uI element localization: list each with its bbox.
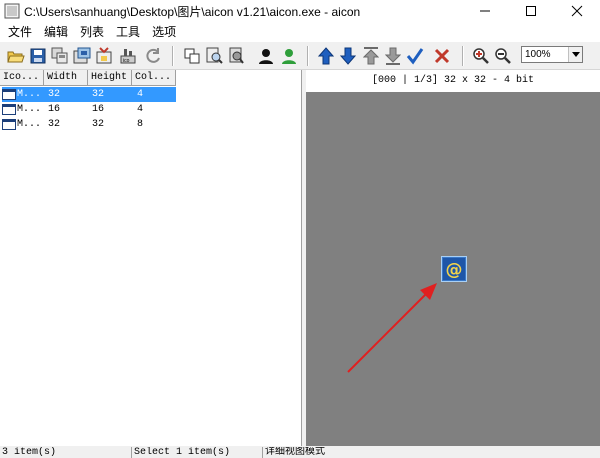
close-icon xyxy=(571,5,583,17)
toolbar-separator xyxy=(307,46,309,66)
extract-icon xyxy=(73,47,91,64)
move-up-icon xyxy=(318,47,334,65)
save-all-icon xyxy=(51,47,68,64)
save-button[interactable] xyxy=(28,46,48,66)
cell-name: M... xyxy=(17,104,42,115)
cell-height: 32 xyxy=(92,89,105,100)
minimize-button[interactable] xyxy=(462,0,508,22)
user-green-icon xyxy=(282,49,296,64)
open-button[interactable] xyxy=(6,46,26,66)
zoom-out-button[interactable] xyxy=(493,46,513,66)
list-row[interactable]: M... 32 32 4 xyxy=(0,87,302,102)
window-icon xyxy=(2,104,16,115)
user-green-button[interactable] xyxy=(279,46,299,66)
refresh-icon xyxy=(146,48,160,63)
cell-width: 32 xyxy=(48,119,61,130)
export-icon: ico xyxy=(120,49,136,64)
save-all-button[interactable] xyxy=(50,46,70,66)
move-top-icon xyxy=(363,47,379,65)
chevron-down-icon xyxy=(571,52,580,57)
status-selection: Select 1 item(s) xyxy=(131,447,261,458)
toolbar-separator xyxy=(462,46,464,66)
cell-name: M... xyxy=(17,89,42,100)
column-header-width[interactable]: Width xyxy=(44,70,88,86)
menu-list[interactable]: 列表 xyxy=(74,22,110,42)
zoom-in-button[interactable] xyxy=(471,46,491,66)
refresh-button[interactable] xyxy=(143,46,163,66)
menu-options[interactable]: 选项 xyxy=(146,22,182,42)
delete-icon xyxy=(434,48,450,64)
user-black-button[interactable] xyxy=(256,46,276,66)
move-top-button[interactable] xyxy=(361,46,381,66)
svg-text:@: @ xyxy=(446,260,463,280)
cell-colors: 4 xyxy=(137,104,144,115)
menu-edit[interactable]: 编辑 xyxy=(38,22,74,42)
copy-button[interactable] xyxy=(182,46,202,66)
delete-button[interactable] xyxy=(432,46,452,66)
check-icon xyxy=(406,48,424,65)
cell-colors: 8 xyxy=(137,119,144,130)
list-row[interactable]: M... 16 16 4 xyxy=(0,102,302,117)
search-icon xyxy=(206,47,223,64)
cell-width: 32 xyxy=(48,89,61,100)
search-button[interactable] xyxy=(204,46,224,66)
save-icon xyxy=(30,48,46,64)
preview-info: [000 | 1/3] 32 x 32 - 4 bit xyxy=(306,70,600,92)
move-down-icon xyxy=(340,47,356,65)
open-folder-icon xyxy=(7,51,25,63)
copy-icon xyxy=(184,48,200,64)
move-down-button[interactable] xyxy=(338,46,358,66)
zoom-dropdown-button[interactable] xyxy=(568,47,582,62)
menu-file[interactable]: 文件 xyxy=(2,22,38,42)
preview-canvas: @ xyxy=(306,92,600,446)
svg-text:ico: ico xyxy=(123,58,130,64)
status-bar: 3 item(s) Select 1 item(s) 详细视图模式 xyxy=(0,446,600,458)
at-sign-icon[interactable]: @ xyxy=(441,256,467,282)
menu-tools[interactable]: 工具 xyxy=(110,22,146,42)
extract-button[interactable] xyxy=(72,46,92,66)
cell-height: 32 xyxy=(92,119,105,130)
user-black-icon xyxy=(259,49,273,64)
cell-name: M... xyxy=(17,119,42,130)
list-row[interactable]: M... 32 32 8 xyxy=(0,117,302,132)
zoom-in-icon xyxy=(473,48,489,64)
move-bottom-button[interactable] xyxy=(383,46,403,66)
close-button[interactable] xyxy=(554,0,600,22)
extract-selected-button[interactable] xyxy=(95,46,115,66)
toolbar-separator xyxy=(172,46,174,66)
maximize-icon xyxy=(526,6,536,16)
zoom-select[interactable]: 100% xyxy=(521,46,583,63)
find-next-button[interactable] xyxy=(226,46,246,66)
cell-colors: 4 xyxy=(137,89,144,100)
window-icon xyxy=(2,89,16,100)
check-button[interactable] xyxy=(405,46,425,66)
toolbar: ico xyxy=(0,42,600,70)
find-next-icon xyxy=(229,47,244,64)
maximize-button[interactable] xyxy=(508,0,554,22)
column-header-colors[interactable]: Col... xyxy=(132,70,176,86)
icon-list[interactable]: Ico... Width Height Col... M... 32 32 4 … xyxy=(0,70,302,446)
status-item-count: 3 item(s) xyxy=(2,447,57,458)
status-view-mode: 详细视图模式 xyxy=(262,447,600,458)
zoom-value: 100% xyxy=(525,49,551,60)
window-title: C:\Users\sanhuang\Desktop\图片\aicon v1.21… xyxy=(24,4,361,19)
move-bottom-icon xyxy=(385,47,401,65)
preview-pane: [000 | 1/3] 32 x 32 - 4 bit @ xyxy=(306,70,600,446)
move-up-button[interactable] xyxy=(316,46,336,66)
cell-width: 16 xyxy=(48,104,61,115)
aicon-app-icon xyxy=(4,3,20,19)
window-icon xyxy=(2,119,16,130)
title-bar[interactable]: C:\Users\sanhuang\Desktop\图片\aicon v1.21… xyxy=(0,0,600,22)
minimize-icon xyxy=(480,10,490,12)
cell-height: 16 xyxy=(92,104,105,115)
column-header-height[interactable]: Height xyxy=(88,70,132,86)
export-button[interactable]: ico xyxy=(118,46,138,66)
zoom-out-icon xyxy=(495,48,511,64)
column-header-icon[interactable]: Ico... xyxy=(0,70,44,86)
extract-selected-icon xyxy=(96,47,112,64)
menu-bar: 文件 编辑 列表 工具 选项 xyxy=(0,22,600,42)
